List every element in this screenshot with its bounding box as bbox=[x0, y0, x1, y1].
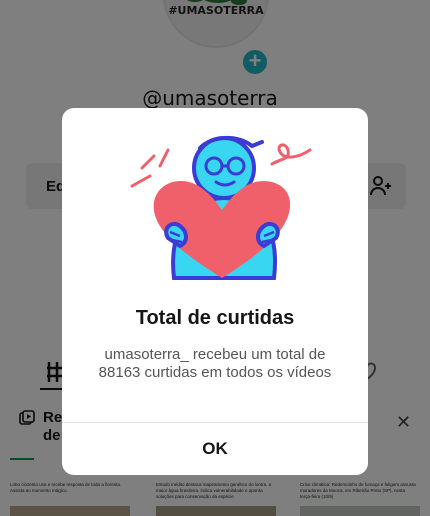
total-likes-dialog: Total de curtidas umasoterra_ recebeu um… bbox=[62, 108, 368, 475]
hugging-heart-illustration bbox=[130, 136, 312, 280]
dialog-message: umasoterra_ recebeu um total de 88163 cu… bbox=[98, 346, 332, 381]
dialog-title: Total de curtidas bbox=[135, 307, 295, 329]
ok-button[interactable]: OK bbox=[62, 423, 368, 475]
